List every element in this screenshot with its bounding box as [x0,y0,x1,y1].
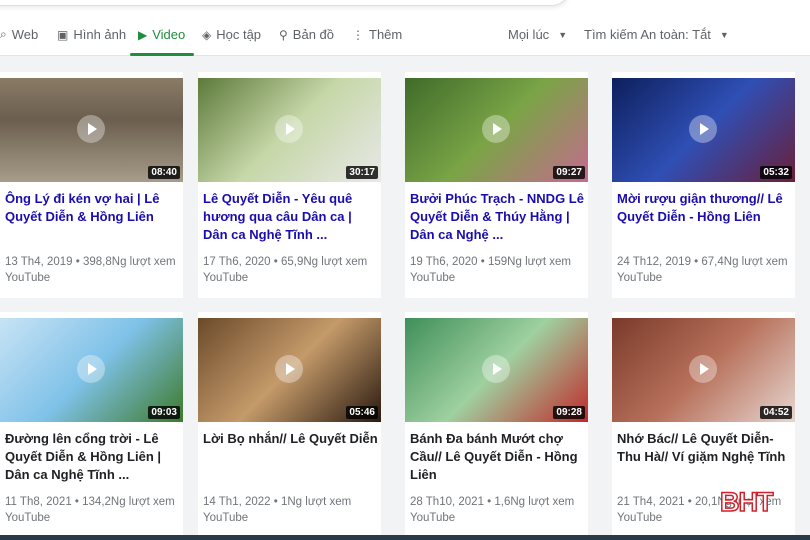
video-source: YouTube [203,512,249,524]
video-thumbnail[interactable]: 09:27 [405,78,588,182]
image-icon: ▣ [57,27,69,42]
video-title-link[interactable]: Mời rượu giận thương// Lê Quyết Diễn - H… [617,190,792,226]
chevron-down-icon: ▼ [558,29,568,40]
video-title-link[interactable]: Ông Lý đi kén vợ hai | Lê Quyết Diễn & H… [5,190,180,226]
duration-badge: 05:46 [346,406,378,419]
video-title-link[interactable]: Đường lên cổng trời - Lê Quyết Diễn & Hồ… [5,430,180,484]
duration-badge: 04:52 [760,406,792,419]
video-source: YouTube [617,512,663,524]
tab-more[interactable]: ⋮ Thêm [352,27,402,42]
duration-badge: 09:27 [553,166,585,179]
chevron-down-icon: ▼ [719,29,729,40]
video-source: YouTube [410,272,456,284]
video-result-card[interactable]: 09:28 Bánh Đa bánh Mướt chợ Cầu// Lê Quy… [405,312,588,538]
video-meta: 13 Th4, 2019 • 398,8Ng lượt xem [5,256,176,268]
video-result-card[interactable]: 05:32 Mời rượu giận thương// Lê Quyết Di… [612,72,795,298]
video-thumbnail[interactable]: 08:40 [0,78,183,182]
search-header: ⌕ Web ▣ Hình ảnh ▶ Video ◈ Học tập ⚲ Bản đồ ⋮… [0,0,810,56]
school-icon: ◈ [202,27,212,42]
video-result-card[interactable]: 09:03 Đường lên cổng trời - Lê Quyết Diễ… [0,312,183,538]
tab-label: Bản đồ [292,27,334,42]
play-icon [482,115,510,143]
video-title-link[interactable]: Lời Bọ nhắn// Lê Quyết Diễn [203,430,378,448]
time-filter-label: Mọi lúc [508,27,550,42]
time-filter-dropdown[interactable]: Mọi lúc ▼ [508,27,567,42]
play-icon [77,115,105,143]
video-icon: ▶ [138,27,148,42]
active-tab-indicator [130,53,194,56]
play-icon [482,355,510,383]
tab-label: Hình ảnh [73,27,127,42]
duration-badge: 09:28 [553,406,585,419]
video-source: YouTube [410,512,456,524]
video-source: YouTube [5,512,51,524]
video-meta: 11 Th8, 2021 • 134,2Ng lượt xem [5,496,175,508]
taskbar [0,535,810,540]
video-thumbnail[interactable]: 09:28 [405,318,588,422]
duration-badge: 09:03 [148,406,180,419]
video-thumbnail[interactable]: 09:03 [0,318,183,422]
video-thumbnail[interactable]: 04:52 [612,318,795,422]
duration-badge: 05:32 [760,166,792,179]
tab-label: Học tập [216,27,262,42]
video-meta: 17 Th6, 2020 • 65,9Ng lượt xem [203,256,368,268]
video-meta: 19 Th6, 2020 • 159Ng lượt xem [410,256,571,268]
play-icon [275,355,303,383]
video-title-link[interactable]: Bưởi Phúc Trạch - NNDG Lê Quyết Diễn & T… [410,190,585,244]
search-icon: ⌕ [0,27,7,41]
video-result-card[interactable]: 30:17 Lê Quyết Diễn - Yêu quê hương qua … [198,72,381,298]
video-title-link[interactable]: Lê Quyết Diễn - Yêu quê hương qua câu Dâ… [203,190,378,244]
search-input[interactable] [0,0,570,6]
tab-label: Video [152,27,186,42]
tab-label: Web [11,27,39,42]
tab-maps[interactable]: ⚲ Bản đồ [279,27,334,42]
video-thumbnail[interactable]: 30:17 [198,78,381,182]
duration-badge: 08:40 [148,166,180,179]
bht-watermark-logo: BHT [719,486,774,518]
tab-video[interactable]: ▶ Video [138,27,185,42]
video-meta: 14 Th1, 2022 • 1Ng lượt xem [203,496,352,508]
play-icon [77,355,105,383]
tab-images[interactable]: ▣ Hình ảnh [57,27,126,42]
video-meta: 24 Th12, 2019 • 67,4Ng lượt xem [617,256,788,268]
play-icon [689,355,717,383]
video-source: YouTube [203,272,249,284]
safe-search-label: Tìm kiếm An toàn: Tắt [584,27,711,42]
more-icon: ⋮ [352,27,364,42]
video-result-card[interactable]: 08:40 Ông Lý đi kén vợ hai | Lê Quyết Di… [0,72,183,298]
video-thumbnail[interactable]: 05:46 [198,318,381,422]
tab-learning[interactable]: ◈ Học tập [202,27,261,42]
map-pin-icon: ⚲ [279,27,288,42]
video-result-card[interactable]: 05:46 Lời Bọ nhắn// Lê Quyết Diễn 14 Th1… [198,312,381,538]
play-icon [689,115,717,143]
video-source: YouTube [617,272,663,284]
safe-search-dropdown[interactable]: Tìm kiếm An toàn: Tắt ▼ [584,27,729,42]
video-title-link[interactable]: Nhớ Bác// Lê Quyết Diễn- Thu Hà// Ví giặ… [617,430,792,466]
video-result-card[interactable]: 09:27 Bưởi Phúc Trạch - NNDG Lê Quyết Di… [405,72,588,298]
video-thumbnail[interactable]: 05:32 [612,78,795,182]
duration-badge: 30:17 [346,166,378,179]
play-icon [275,115,303,143]
video-source: YouTube [5,272,51,284]
tab-label: Thêm [369,27,403,42]
video-meta: 28 Th10, 2021 • 1,6Ng lượt xem [410,496,575,508]
video-title-link[interactable]: Bánh Đa bánh Mướt chợ Cầu// Lê Quyết Diễ… [410,430,585,484]
tab-web[interactable]: ⌕ Web [0,27,38,42]
